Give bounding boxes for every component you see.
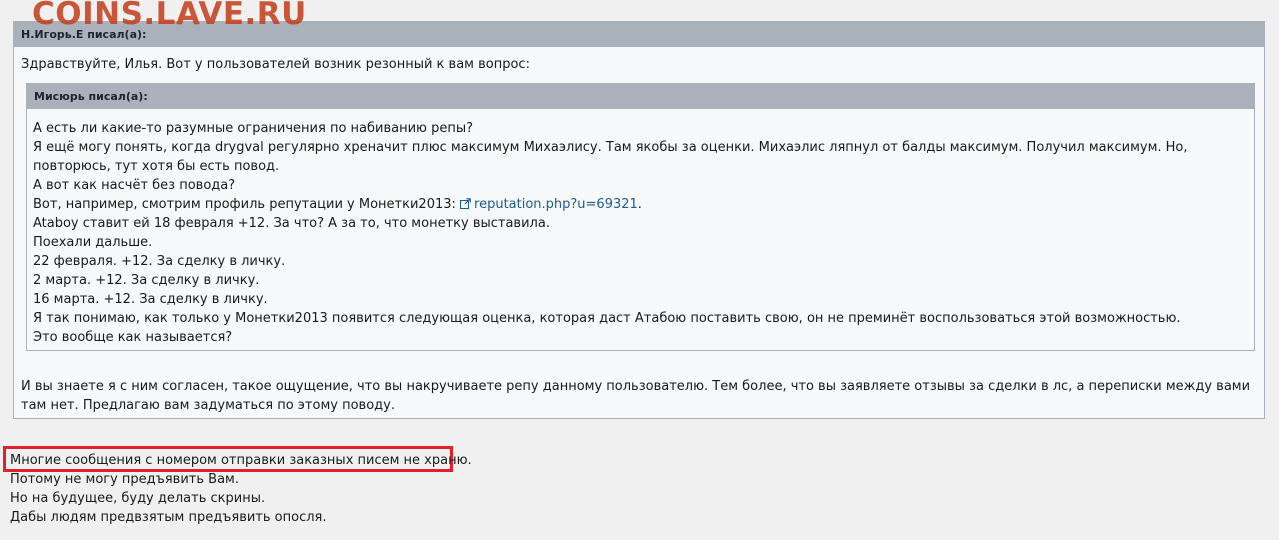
inner-quote-line: Я ещё могу понять, когда drygval регуляр… [33, 140, 1188, 174]
external-link-icon [460, 198, 471, 209]
inner-quote-line: Ataboy ставит ей 18 февраля +12. За что?… [33, 216, 550, 231]
link-line-prefix: Вот, например, смотрим профиль репутации… [33, 197, 461, 212]
inner-quote-line: Я так понимаю, как только у Монетки2013 … [33, 311, 1181, 326]
inner-quote-line: А вот как насчёт без повода? [33, 178, 236, 193]
inner-quote: Мисюрь писал(а): А есть ли какие-то разу… [26, 83, 1255, 351]
link-line-suffix: . [637, 197, 642, 212]
inner-quote-line: 2 марта. +12. За сделку в личку. [33, 273, 260, 288]
inner-quote-body: А есть ли какие-то разумные ограничения … [27, 109, 1254, 347]
site-watermark: COINS.LAVE.RU [32, 0, 307, 32]
inner-quote-line: 22 февраля. +12. За сделку в личку. [33, 254, 286, 269]
reply-line: Дабы людям предвзятым предъявить опосля. [10, 510, 327, 525]
outer-quote-tail: И вы знаете я с ним согласен, такое ощущ… [21, 379, 1251, 413]
reputation-link-text: reputation.php?u=69321 [474, 197, 638, 212]
reply-text: Многие сообщения с номером отправки зака… [10, 451, 472, 527]
inner-quote-header: Мисюрь писал(а): [27, 84, 1254, 109]
inner-quote-line: Это вообще как называется? [33, 330, 233, 345]
reply-line: Потому не могу предъявить Вам. [10, 472, 239, 487]
outer-quote-intro: Здравствуйте, Илья. Вот у пользователей … [21, 57, 530, 72]
inner-quote-link-line: Вот, например, смотрим профиль репутации… [33, 195, 1248, 214]
reply-line: Но на будущее, буду делать скрины. [10, 491, 266, 506]
inner-quote-line: А есть ли какие-то разумные ограничения … [33, 121, 474, 136]
inner-quote-line: 16 марта. +12. За сделку в личку. [33, 292, 268, 307]
reputation-link[interactable]: reputation.php?u=69321 [460, 197, 638, 212]
outer-quote: Н.Игорь.Е писал(а): Здравствуйте, Илья. … [13, 21, 1265, 419]
reply-line: Многие сообщения с номером отправки зака… [10, 453, 472, 468]
inner-quote-line: Поехали дальше. [33, 235, 153, 250]
